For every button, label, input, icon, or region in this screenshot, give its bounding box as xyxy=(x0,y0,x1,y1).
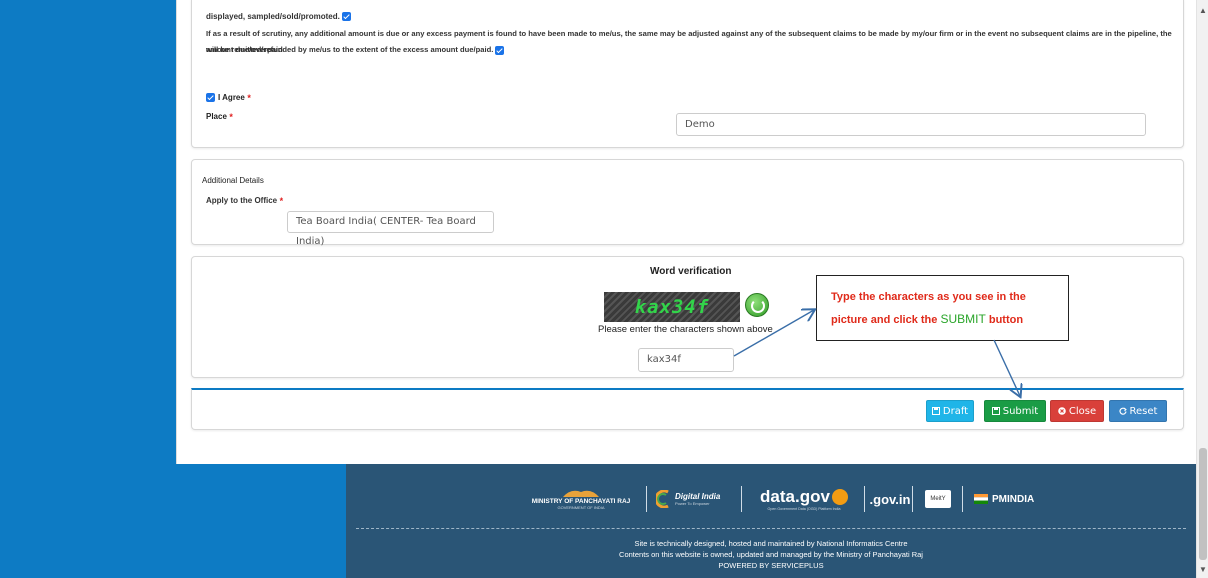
footer-content-line: Contents on this website is owned, updat… xyxy=(619,550,923,559)
panchayati-raj-logo[interactable]: MINISTRY OF PANCHAYATI RAJ GOVERNMENT OF… xyxy=(522,480,640,518)
logo-separator xyxy=(864,486,865,512)
meity-logo[interactable]: MeitY xyxy=(918,480,958,518)
scroll-thumb[interactable] xyxy=(1199,448,1207,560)
emblem-icon xyxy=(563,490,599,497)
digital-india-swirl-icon xyxy=(656,490,669,508)
footer-divider xyxy=(356,528,1186,529)
page-scrollbar[interactable]: ▲ ▼ xyxy=(1196,0,1208,578)
footer-powered-by: POWERED BY SERVICEPLUS xyxy=(718,561,824,570)
logo-separator xyxy=(912,486,913,512)
logo-separator xyxy=(646,486,647,512)
pmindia-logo[interactable]: PMINDIA xyxy=(974,480,1054,518)
india-flag-icon xyxy=(974,494,988,504)
india-gov-logo[interactable]: .gov.in xyxy=(870,480,911,518)
logo-separator xyxy=(741,486,742,512)
arrow-to-captcha xyxy=(733,310,814,357)
footer-credit-line: Site is technically designed, hosted and… xyxy=(634,539,908,548)
digital-india-logo[interactable]: Digital India Power To Empower xyxy=(656,480,736,518)
site-footer: MINISTRY OF PANCHAYATI RAJ GOVERNMENT OF… xyxy=(346,464,1196,578)
footer-logo-row: MINISTRY OF PANCHAYATI RAJ GOVERNMENT OF… xyxy=(346,480,1196,518)
data-gov-logo[interactable]: data.gov Open Government Data (OGD) Plat… xyxy=(748,480,860,518)
scroll-up-arrow-icon[interactable]: ▲ xyxy=(1197,6,1208,15)
data-gov-in-badge-icon xyxy=(831,489,848,505)
arrow-to-submit xyxy=(993,339,1020,396)
logo-separator xyxy=(962,486,963,512)
scroll-down-arrow-icon[interactable]: ▼ xyxy=(1197,565,1208,574)
